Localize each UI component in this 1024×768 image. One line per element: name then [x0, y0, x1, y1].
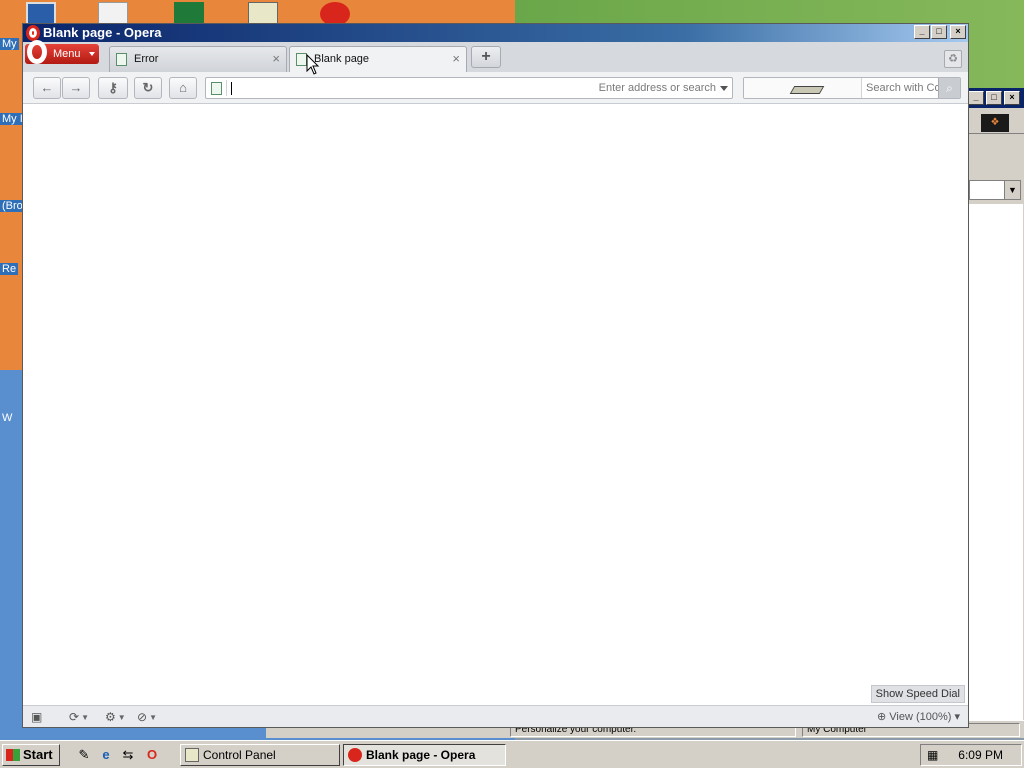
chevron-down-icon[interactable]: ▼: [1004, 181, 1020, 199]
tab-label: Blank page: [314, 53, 370, 65]
forward-button[interactable]: →: [62, 77, 90, 99]
tab-bar: Menu Error × Blank page × + ♻: [23, 40, 968, 72]
reload-button[interactable]: ↻: [134, 77, 162, 99]
close-button[interactable]: ×: [950, 25, 966, 39]
turbo-icon[interactable]: ⚙ ▼: [105, 709, 126, 725]
taskbar-control-panel[interactable]: Control Panel: [180, 744, 340, 766]
clock[interactable]: 6:09 PM: [958, 745, 1003, 765]
zoom-control[interactable]: ⊕ View (100%) ▾: [877, 709, 960, 725]
home-button[interactable]: ⌂: [169, 77, 197, 99]
home-icon: ⌂: [179, 80, 187, 95]
start-button[interactable]: Start: [2, 744, 60, 766]
maximize-button[interactable]: □: [931, 25, 947, 39]
window-titlebar[interactable]: Blank page - Opera _ □ ×: [23, 24, 968, 42]
new-tab-button[interactable]: +: [471, 46, 501, 68]
page-content[interactable]: Show Speed Dial: [23, 104, 968, 705]
desktop-label[interactable]: Re: [0, 263, 19, 275]
opera-icon: [348, 748, 362, 762]
network-icon[interactable]: ⇆: [119, 746, 137, 764]
control-panel-titlebar[interactable]: _ □ ×: [967, 88, 1024, 108]
show-desktop-icon[interactable]: ✎: [75, 746, 93, 764]
taskbar: Start ✎ e ⇆ O Control Panel Blank page -…: [0, 740, 1024, 768]
sync-icon[interactable]: ⟳ ▼: [69, 709, 89, 725]
start-label: Start: [23, 747, 53, 762]
reload-icon: ↻: [142, 80, 154, 95]
task-label: Blank page - Opera: [366, 748, 476, 762]
search-icon[interactable]: ⌕: [938, 78, 960, 98]
key-button[interactable]: ⚷: [98, 77, 128, 99]
opera-logo-icon: [26, 25, 40, 41]
forward-arrow-icon: →: [69, 80, 83, 95]
back-arrow-icon: ←: [40, 80, 54, 95]
page-icon: [211, 82, 222, 95]
tab-error[interactable]: Error ×: [109, 46, 287, 72]
caret-down-icon: [89, 52, 95, 56]
taskbar-opera[interactable]: Blank page - Opera: [343, 744, 506, 766]
close-button[interactable]: ×: [1004, 91, 1020, 105]
opera-menu-button[interactable]: Menu: [25, 40, 99, 64]
zoom-label: View (100%): [889, 711, 952, 723]
show-speed-dial-button[interactable]: Show Speed Dial: [870, 685, 965, 703]
windows-flag-icon: [6, 749, 20, 761]
search-box[interactable]: Search with Co ⌕: [743, 77, 961, 99]
key-icon: ⚷: [108, 80, 118, 95]
search-placeholder: Search with Co: [866, 82, 938, 94]
opera-window: Blank page - Opera _ □ × Menu Error × Blan…: [22, 23, 969, 728]
text-cursor: [231, 82, 232, 95]
window-title: Blank page - Opera: [43, 25, 162, 40]
unite-icon[interactable]: ⊘ ▼: [137, 709, 157, 725]
control-panel-content: [969, 204, 1023, 724]
back-button[interactable]: ←: [33, 77, 61, 99]
menu-label: Menu: [53, 48, 81, 60]
tab-close-icon[interactable]: ×: [272, 47, 280, 71]
internet-explorer-icon[interactable]: e: [97, 746, 115, 764]
minimize-button[interactable]: _: [968, 91, 984, 105]
navigation-toolbar: ← → ⚷ ↻ ⌂ Enter address or search Search…: [23, 72, 968, 104]
desktop-label[interactable]: W: [0, 412, 14, 424]
search-engine-icon: [789, 86, 825, 94]
windows-logo-icon: ❖: [981, 114, 1009, 132]
status-bar: ▣ ⟳ ▼ ⚙ ▼ ⊘ ▼ ⊕ View (100%) ▾: [23, 705, 968, 727]
page-icon: [116, 53, 127, 66]
address-bar[interactable]: Enter address or search: [205, 77, 733, 99]
chevron-down-icon[interactable]: [720, 86, 728, 91]
divider: [226, 80, 227, 96]
panel-toggle-icon[interactable]: ▣: [31, 709, 42, 725]
maximize-button[interactable]: □: [986, 91, 1002, 105]
opera-icon[interactable]: O: [143, 746, 161, 764]
address-placeholder: Enter address or search: [598, 82, 716, 94]
search-engine-selector[interactable]: [744, 78, 862, 98]
trash-icon[interactable]: ♻: [944, 50, 962, 68]
zoom-icon: ⊕: [876, 711, 890, 723]
tab-close-icon[interactable]: ×: [452, 47, 460, 71]
tab-label: Error: [134, 53, 159, 65]
control-panel-window[interactable]: _ □ × ❖ ▼: [966, 88, 1024, 728]
task-label: Control Panel: [203, 748, 276, 762]
mouse-cursor-icon: [306, 54, 320, 75]
tray-network-icon[interactable]: ▦: [927, 747, 943, 763]
address-dropdown[interactable]: ▼: [969, 180, 1021, 200]
desktop-label[interactable]: My: [0, 38, 19, 50]
minimize-button[interactable]: _: [914, 25, 930, 39]
control-panel-icon: [185, 748, 199, 762]
system-tray: ▦ 6:09 PM: [920, 744, 1022, 766]
opera-logo-icon: [27, 40, 47, 64]
